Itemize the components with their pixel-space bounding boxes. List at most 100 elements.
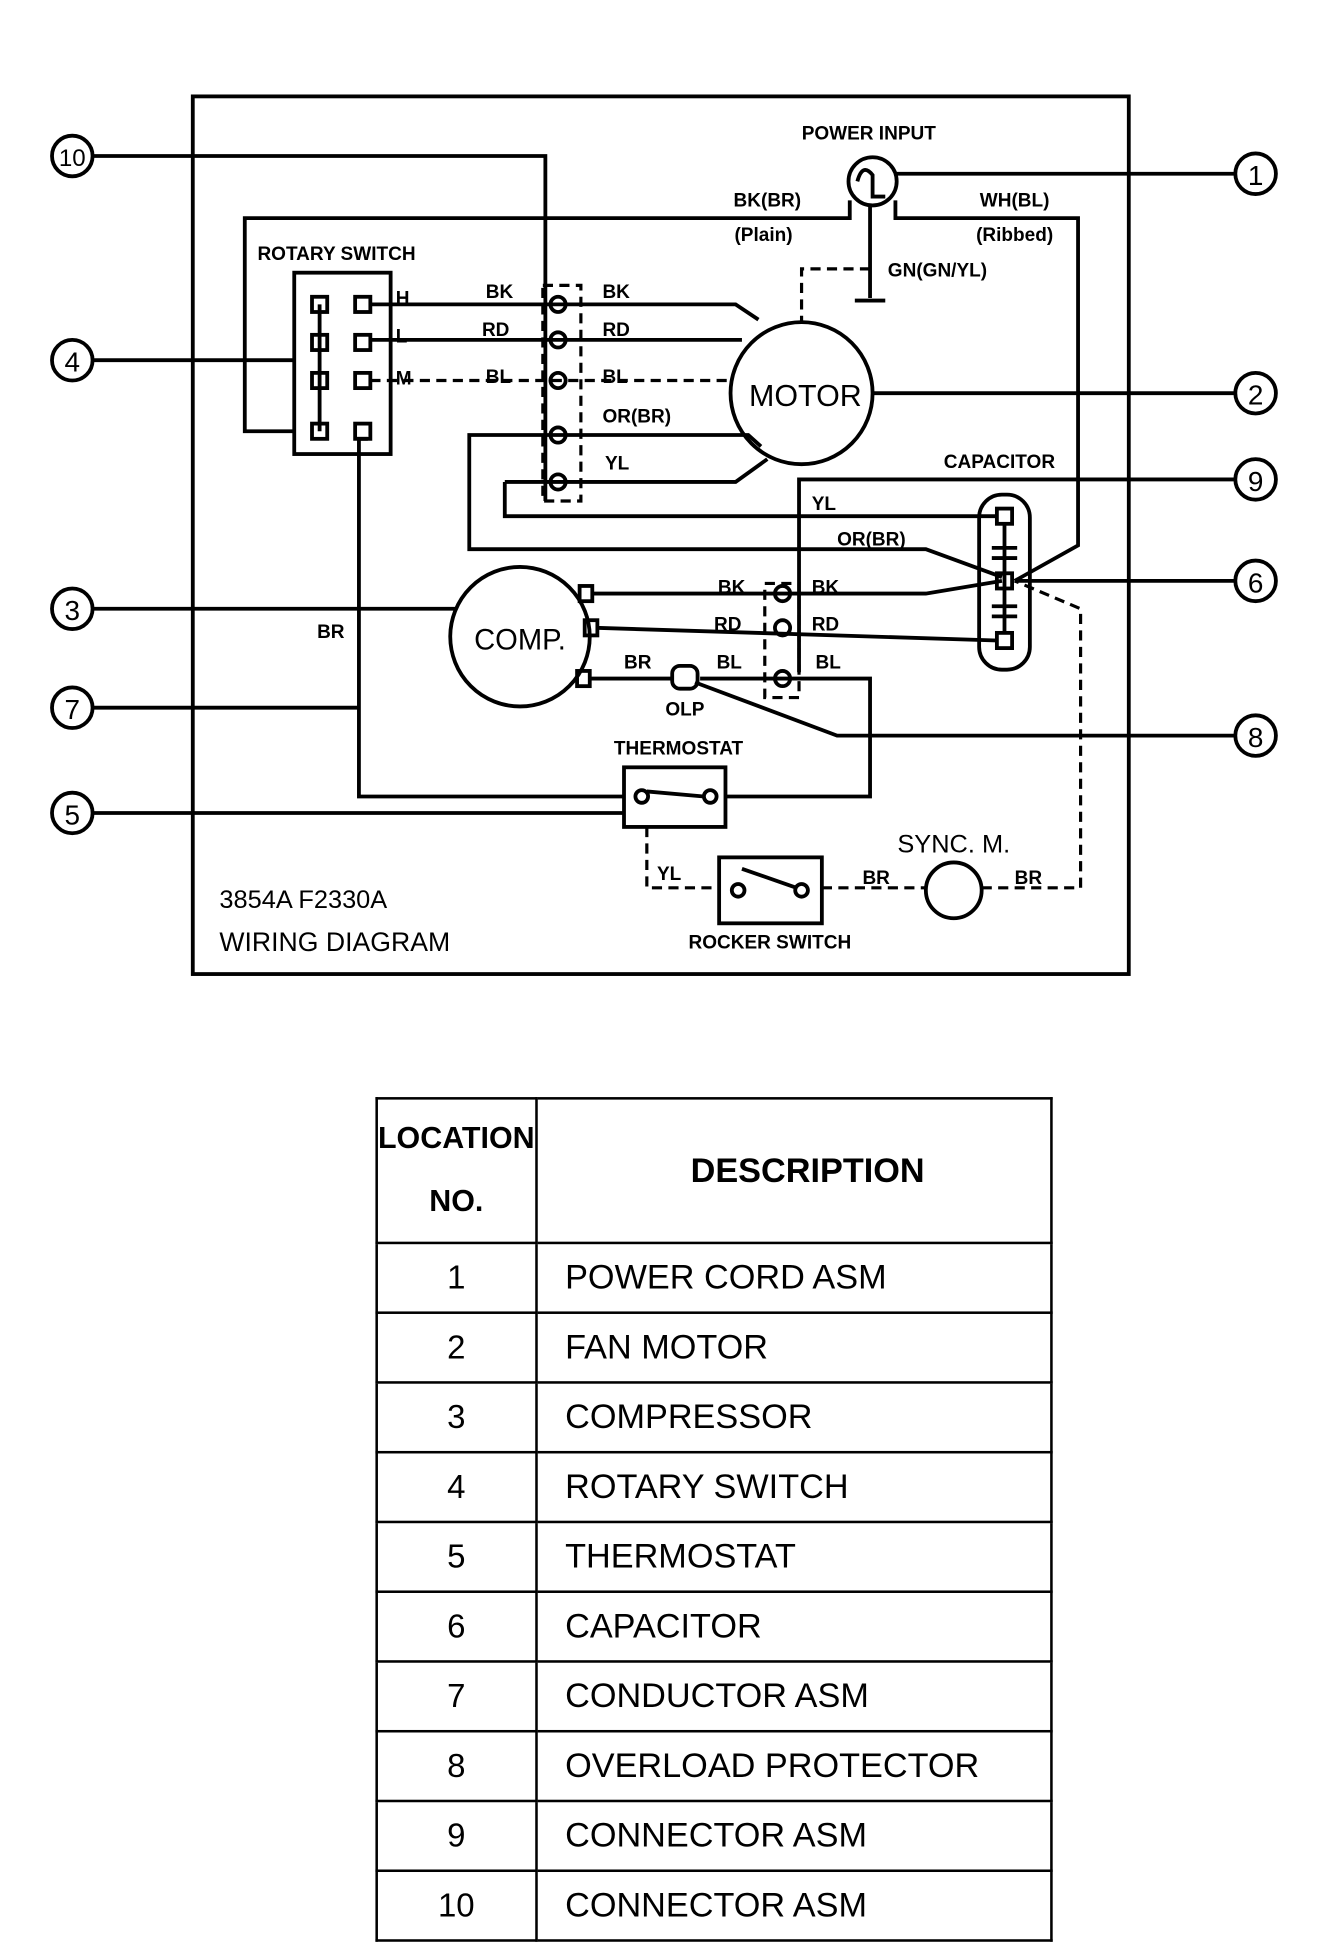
header-location-no: LOCATION NO. <box>375 1097 538 1245</box>
svg-text:BK: BK <box>486 282 514 303</box>
svg-text:10: 10 <box>59 145 86 172</box>
svg-text:YL: YL <box>605 453 630 474</box>
description: OVERLOAD PROTECTOR <box>534 1729 1053 1803</box>
svg-text:BL: BL <box>717 652 743 673</box>
table-row: 8 OVERLOAD PROTECTOR <box>375 1729 1053 1803</box>
svg-text:BK: BK <box>602 282 630 303</box>
svg-text:5: 5 <box>65 799 81 830</box>
svg-text:M: M <box>396 368 412 389</box>
table-row: 7 CONDUCTOR ASM <box>375 1660 1053 1733</box>
svg-text:THERMOSTAT: THERMOSTAT <box>614 739 744 760</box>
location-no: 2 <box>375 1311 538 1384</box>
svg-text:(Ribbed): (Ribbed) <box>976 225 1053 246</box>
svg-text:BR: BR <box>624 652 652 673</box>
location-no: 10 <box>375 1869 538 1942</box>
location-no: 3 <box>375 1381 538 1454</box>
location-no: 8 <box>375 1729 538 1803</box>
callout-9: 9 <box>1233 457 1278 502</box>
svg-text:BK(BR): BK(BR) <box>734 191 802 212</box>
callout-4: 4 <box>50 338 95 383</box>
svg-text:BL: BL <box>602 367 628 388</box>
fan-motor: MOTOR <box>728 320 875 467</box>
description: CONNECTOR ASM <box>534 1869 1053 1942</box>
table-row: 1 POWER CORD ASM <box>375 1241 1053 1314</box>
table-row: 3 COMPRESSOR <box>375 1381 1053 1454</box>
diagram-title: WIRING DIAGRAM <box>219 927 450 957</box>
svg-text:GN(GN/YL): GN(GN/YL) <box>888 260 987 281</box>
svg-text:POWER INPUT: POWER INPUT <box>802 124 937 145</box>
svg-text:SYNC. M.: SYNC. M. <box>897 830 1010 858</box>
callout-3: 3 <box>50 586 95 631</box>
svg-text:9: 9 <box>1248 466 1264 497</box>
compressor-wiring: BK RD BR BL BK RD BL OLP COMP. <box>448 565 1003 799</box>
description: ROTARY SWITCH <box>534 1450 1053 1524</box>
svg-text:RD: RD <box>602 320 629 341</box>
svg-text:YL: YL <box>812 494 837 515</box>
svg-text:ROCKER SWITCH: ROCKER SWITCH <box>689 933 852 954</box>
page: 1 2 3 4 5 6 7 8 9 10 POWER INPUT BK(BR) … <box>0 0 1319 1948</box>
table-row: 9 CONNECTOR ASM <box>375 1799 1053 1873</box>
svg-text:WH(BL): WH(BL) <box>980 191 1050 212</box>
table-row: 5 THERMOSTAT <box>375 1520 1053 1593</box>
callout-circles: 1 2 3 4 5 6 7 8 9 10 <box>50 133 1278 836</box>
svg-text:MOTOR: MOTOR <box>749 379 862 413</box>
parts-table: LOCATION NO. DESCRIPTION 1 POWER CORD ASM 2… <box>375 1097 1053 1942</box>
svg-text:CAPACITOR: CAPACITOR <box>944 452 1056 473</box>
olp-icon <box>670 663 700 691</box>
location-no: 9 <box>375 1799 538 1873</box>
callout-5: 5 <box>50 790 95 836</box>
svg-text:BL: BL <box>816 652 842 673</box>
power-input: POWER INPUT BK(BR) (Plain) WH(BL) (Ribbe… <box>242 124 1080 583</box>
svg-text:4: 4 <box>65 347 81 378</box>
motor-wiring: BK RD BL BK RD BL OR(BR) YL <box>370 282 1003 579</box>
svg-text:7: 7 <box>65 694 81 725</box>
table-row: 2 FAN MOTOR <box>375 1311 1053 1384</box>
callout-7: 7 <box>50 685 95 730</box>
svg-text:L: L <box>396 326 408 347</box>
svg-text:RD: RD <box>482 320 509 341</box>
callout-10: 10 <box>50 133 95 179</box>
description: CONNECTOR ASM <box>534 1799 1053 1873</box>
location-no: 7 <box>375 1660 538 1733</box>
svg-text:OR(BR): OR(BR) <box>837 529 906 550</box>
svg-text:RD: RD <box>714 614 741 635</box>
location-no: 4 <box>375 1450 538 1524</box>
svg-text:BR: BR <box>317 622 345 643</box>
svg-text:(Plain): (Plain) <box>734 225 792 246</box>
svg-text:BK: BK <box>718 578 746 599</box>
table-row: 4 ROTARY SWITCH <box>375 1450 1053 1524</box>
description: POWER CORD ASM <box>534 1241 1053 1314</box>
header-description: DESCRIPTION <box>534 1097 1053 1245</box>
part-number: 3854A F2330A <box>219 886 387 914</box>
callout-8: 8 <box>1233 713 1278 758</box>
callout-1: 1 <box>1233 151 1278 196</box>
svg-text:ROTARY SWITCH: ROTARY SWITCH <box>257 244 415 265</box>
location-no: 5 <box>375 1520 538 1593</box>
table-row: 10 CONNECTOR ASM <box>375 1869 1053 1942</box>
svg-text:YL: YL <box>657 864 682 885</box>
description: FAN MOTOR <box>534 1311 1053 1384</box>
svg-text:6: 6 <box>1248 567 1264 598</box>
callout-6: 6 <box>1233 558 1278 604</box>
svg-text:OLP: OLP <box>665 699 704 720</box>
description: COMPRESSOR <box>534 1381 1053 1454</box>
table-header: LOCATION NO. DESCRIPTION <box>375 1097 1053 1245</box>
svg-text:8: 8 <box>1248 722 1264 753</box>
location-no: 6 <box>375 1590 538 1663</box>
description: THERMOSTAT <box>534 1520 1053 1593</box>
location-no: 1 <box>375 1241 538 1314</box>
rotary-switch: ROTARY SWITCH H L M <box>257 244 416 456</box>
wiring-diagram: 1 2 3 4 5 6 7 8 9 10 POWER INPUT BK(BR) … <box>50 94 1278 976</box>
svg-text:BK: BK <box>812 578 840 599</box>
svg-text:OR(BR): OR(BR) <box>602 406 671 427</box>
svg-text:RD: RD <box>812 614 839 635</box>
callout-2: 2 <box>1233 370 1278 416</box>
svg-text:1: 1 <box>1248 160 1264 191</box>
svg-text:BR: BR <box>862 868 890 889</box>
table-row: 6 CAPACITOR <box>375 1590 1053 1663</box>
svg-text:BR: BR <box>1015 868 1043 889</box>
description: CONDUCTOR ASM <box>534 1660 1053 1733</box>
svg-text:3: 3 <box>65 595 81 626</box>
svg-text:BL: BL <box>486 367 512 388</box>
svg-text:COMP.: COMP. <box>474 624 566 656</box>
